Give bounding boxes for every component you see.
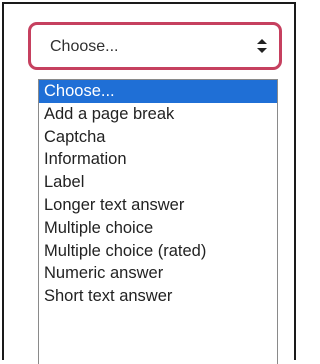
dropdown-option-multiple-choice-rated[interactable]: Multiple choice (rated) bbox=[39, 240, 277, 263]
dropdown-option-captcha[interactable]: Captcha bbox=[39, 126, 277, 149]
question-type-select[interactable]: Choose... bbox=[28, 22, 282, 70]
dropdown-option-longer-text-answer[interactable]: Longer text answer bbox=[39, 194, 277, 217]
dropdown-option-multiple-choice[interactable]: Multiple choice bbox=[39, 217, 277, 240]
screenshot-frame: Choose... Choose... Add a page break Cap… bbox=[2, 2, 296, 364]
dropdown-option-label[interactable]: Label bbox=[39, 171, 277, 194]
dropdown-option-numeric-answer[interactable]: Numeric answer bbox=[39, 262, 277, 285]
dropdown-option-add-page-break[interactable]: Add a page break bbox=[39, 103, 277, 126]
dropdown-option-information[interactable]: Information bbox=[39, 148, 277, 171]
up-down-chevron-icon bbox=[255, 34, 269, 58]
select-value: Choose... bbox=[50, 38, 119, 55]
question-type-dropdown: Choose... Add a page break Captcha Infor… bbox=[38, 79, 278, 364]
dropdown-option-short-text-answer[interactable]: Short text answer bbox=[39, 285, 277, 308]
dropdown-option-choose[interactable]: Choose... bbox=[39, 80, 277, 103]
